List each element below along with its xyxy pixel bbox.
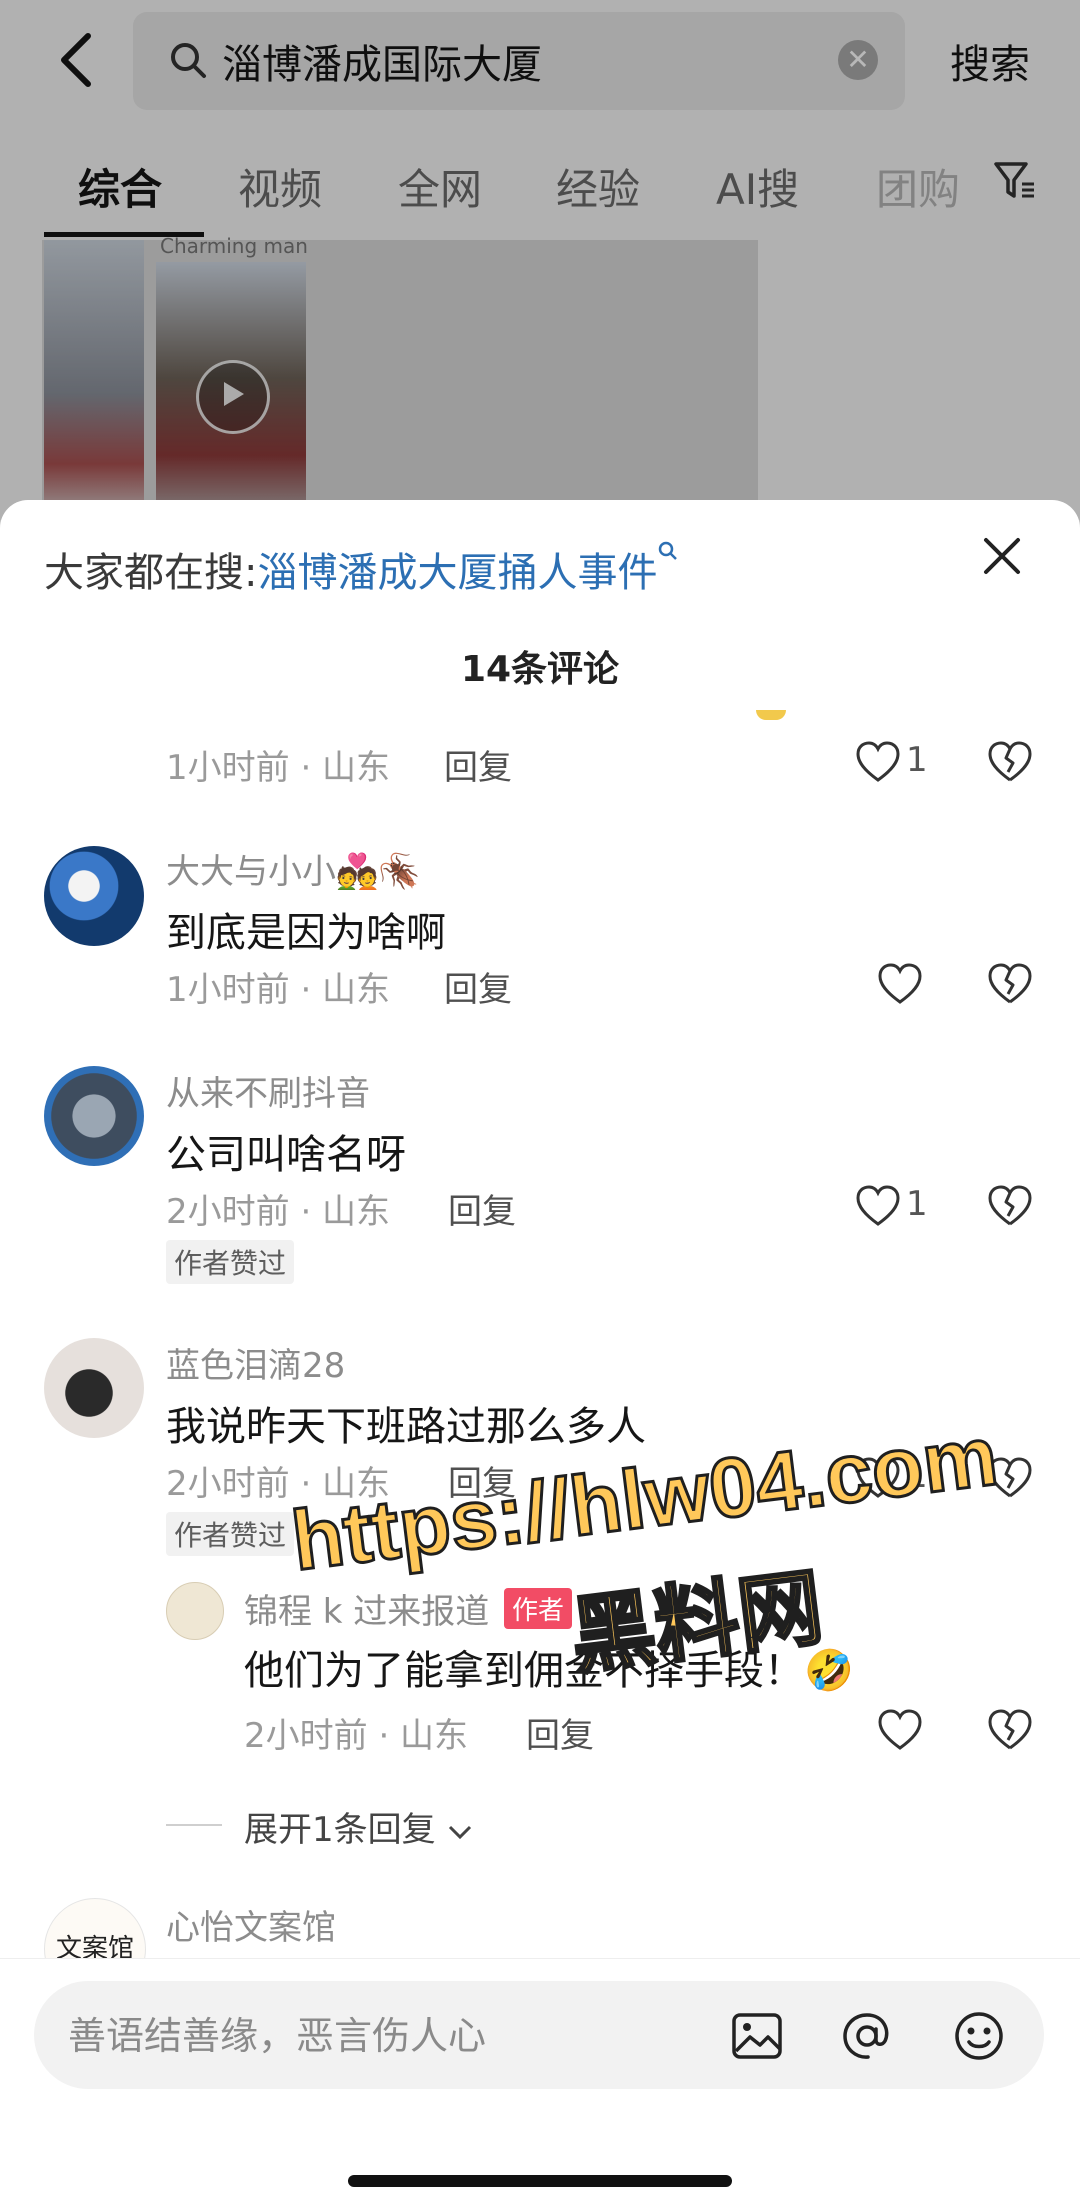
comment-input-bar [0,1958,1080,2209]
author-badge: 作者 [504,1588,573,1629]
dislike-button[interactable] [986,1706,1034,1754]
at-icon [843,2013,889,2059]
dislike-button[interactable] [986,738,1034,786]
expand-replies-label: 展开1条回复 [244,1810,436,1850]
like-button[interactable] [876,1706,924,1754]
mention-button[interactable] [840,2009,894,2063]
hot-search-row[interactable]: 大家都在搜:淄博潘成大厦捅人事件 [44,540,679,598]
chevron-down-icon [449,1825,472,1839]
reply-username[interactable]: 锦程 k 过来报道 [244,1584,489,1633]
comment-count: 14条评论 [460,649,620,690]
comment-text[interactable]: 公司叫啥名呀 [166,1122,406,1180]
broken-heart-icon [988,1185,1032,1226]
reply-button[interactable]: 回复 [444,962,512,1011]
avatar[interactable] [166,1582,224,1640]
comment-text[interactable]: 我说昨天下班路过那么多人 [166,1394,646,1452]
comment-username[interactable]: 心怡文案馆 [166,1900,336,1949]
hot-search-link[interactable]: 淄博潘成大厦捅人事件 [257,550,657,596]
emoji-button[interactable] [952,2009,1006,2063]
background-search-page: 淄博潘成国际大厦 ✕ 搜索 综合 视频 全网 经验 AI搜 团购 Charmin… [0,0,1080,520]
close-icon [984,538,1020,574]
dislike-button[interactable] [986,1182,1034,1230]
like-button[interactable] [854,738,902,786]
like-count: 1 [906,1184,928,1224]
hot-search-label: 大家都在搜: [44,550,258,596]
reply-button[interactable]: 回复 [444,740,512,789]
comment-input[interactable] [66,2003,670,2069]
avatar[interactable] [44,846,144,946]
comment-meta: 1小时前 · 山东 [166,748,391,788]
broken-heart-icon [988,963,1032,1004]
avatar[interactable] [44,1338,144,1438]
smiley-icon [955,2012,1003,2060]
dislike-button[interactable] [986,960,1034,1008]
comment-meta: 1小时前 · 山东 [166,970,391,1010]
close-sheet-button[interactable] [980,534,1024,578]
image-icon [732,2013,782,2059]
comment-meta: 2小时前 · 山东 [166,1192,391,1232]
dim-overlay[interactable] [0,0,1080,520]
reply-button[interactable]: 回复 [448,1184,516,1233]
expand-replies-button[interactable]: 展开1条回复 [244,1802,474,1851]
comment-text[interactable]: 到底是因为啥啊 [166,900,446,958]
emoji-fragment [756,710,786,720]
avatar[interactable] [44,1066,144,1166]
like-button[interactable] [876,960,924,1008]
reply-meta: 2小时前 · 山东 [244,1716,469,1756]
heart-icon [856,741,900,782]
heart-icon [856,1185,900,1226]
like-button[interactable] [854,1182,902,1230]
home-indicator [348,2175,732,2187]
comment-username[interactable]: 蓝色泪滴28 [166,1338,345,1387]
reply-button[interactable]: 回复 [526,1708,594,1757]
broken-heart-icon [988,1709,1032,1750]
comment-sheet: 大家都在搜:淄博潘成大厦捅人事件 14条评论 1小时前 · 山东 回复 1 大大… [0,500,1080,2208]
author-liked-tag: 作者赞过 [166,1512,295,1556]
like-count: 1 [906,740,928,780]
comment-username[interactable]: 从来不刷抖音 [166,1066,370,1115]
image-button[interactable] [730,2009,784,2063]
author-liked-tag: 作者赞过 [166,1240,295,1284]
search-icon [659,541,678,560]
heart-icon [878,1709,922,1750]
comment-username[interactable]: 大大与小小💑🪳 [166,844,421,893]
expand-divider [166,1824,222,1826]
heart-icon [878,963,922,1004]
broken-heart-icon [988,741,1032,782]
